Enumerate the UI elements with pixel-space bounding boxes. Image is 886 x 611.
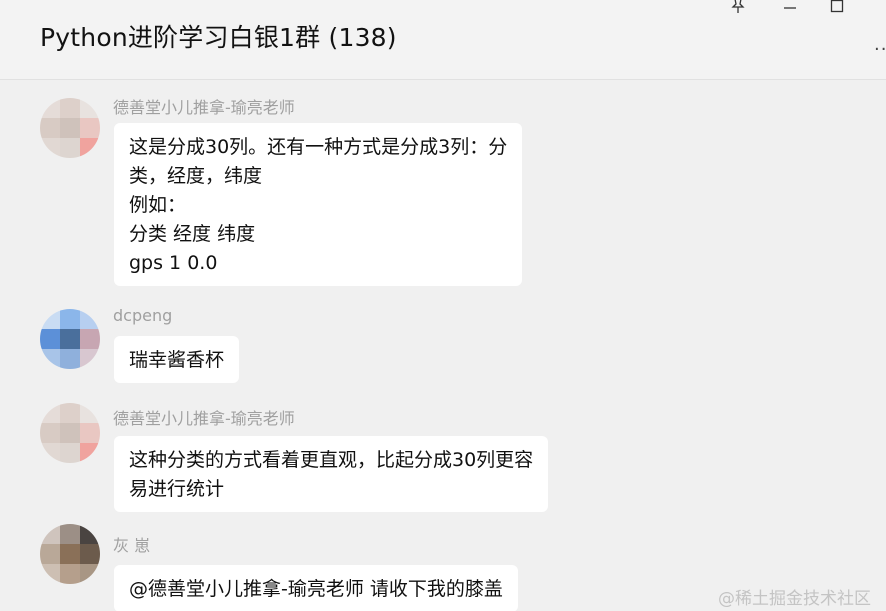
chat-title: Python进阶学习白银1群 (138) (40, 23, 397, 52)
avatar[interactable] (40, 524, 100, 584)
message-bubble: 瑞幸酱香杯 (114, 336, 240, 383)
minimize-icon[interactable] (780, 0, 800, 16)
chat-window: Python进阶学习白银1群 (138) .. (0, 0, 886, 611)
sender-name: dcpeng (113, 306, 173, 325)
sender-name: 德善堂小儿推拿-瑜亮老师 (113, 98, 295, 117)
sender-name: 灰 崽 (113, 536, 151, 555)
message-line: 例如： (129, 194, 187, 216)
message-line: 这是分成30列。还有一种方式是分成3列：分 (129, 136, 508, 158)
message-line: 类，经度，纬度 (129, 165, 263, 187)
pin-icon[interactable] (728, 0, 748, 16)
sender-name: 德善堂小儿推拿-瑜亮老师 (113, 409, 295, 428)
title-bar: Python进阶学习白银1群 (138) .. (0, 0, 886, 80)
message-bubble: 这是分成30列。还有一种方式是分成3列：分 类，经度，纬度 例如： 分类 经度 … (114, 123, 523, 286)
avatar[interactable] (40, 309, 100, 369)
message-bubble: @德善堂小儿推拿-瑜亮老师 请收下我的膝盖 (114, 565, 518, 611)
message-line: gps 1 0.0 (129, 252, 218, 274)
message-line: 易进行统计 (129, 478, 225, 500)
message-list[interactable]: 德善堂小儿推拿-瑜亮老师 这是分成30列。还有一种方式是分成3列：分 类，经度，… (0, 81, 886, 611)
message-line: 瑞幸酱香杯 (129, 349, 225, 371)
maximize-icon[interactable] (827, 0, 847, 16)
message-line: 分类 经度 纬度 (129, 223, 256, 245)
avatar[interactable] (40, 98, 100, 158)
message-bubble: 这种分类的方式看着更直观，比起分成30列更容 易进行统计 (114, 436, 549, 512)
watermark: @稀土掘金技术社区 (718, 589, 871, 609)
avatar[interactable] (40, 403, 100, 463)
more-icon[interactable]: .. (874, 34, 886, 55)
message-line: @德善堂小儿推拿-瑜亮老师 请收下我的膝盖 (129, 578, 503, 600)
message-line: 这种分类的方式看着更直观，比起分成30列更容 (129, 449, 534, 471)
